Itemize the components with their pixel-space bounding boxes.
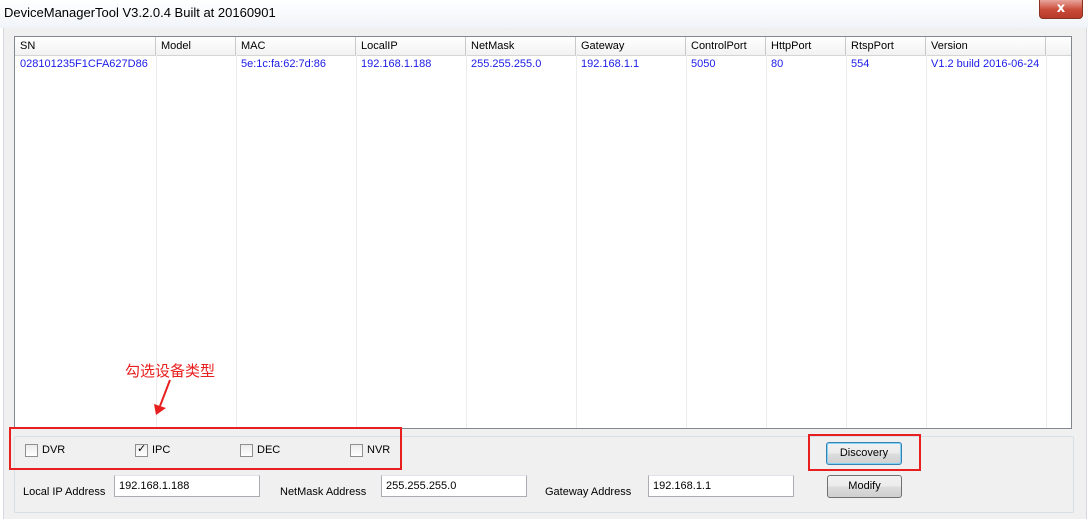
cell-rtspport: 554	[851, 58, 870, 70]
cell-httpport: 80	[771, 58, 784, 70]
column-divider	[846, 55, 847, 428]
column-header-model[interactable]: Model	[156, 37, 236, 55]
modify-button[interactable]: Modify	[827, 475, 902, 498]
cell-version: V1.2 build 2016-06-24	[931, 58, 1040, 70]
checkbox-box[interactable]	[25, 444, 38, 457]
column-divider	[1046, 55, 1047, 428]
column-divider	[766, 55, 767, 428]
check-icon: ✓	[137, 443, 147, 455]
discovery-button[interactable]: Discovery	[826, 442, 902, 465]
table-row[interactable]: 028101235F1CFA627D86 5e:1c:fa:62:7d:86 1…	[15, 55, 1045, 73]
column-header-controlport[interactable]: ControlPort	[686, 37, 766, 55]
checkbox-label: NVR	[367, 444, 391, 456]
cell-model	[156, 55, 236, 73]
netmask-label: NetMask Address	[280, 486, 367, 498]
column-header-netmask[interactable]: NetMask	[466, 37, 576, 55]
column-header-mac[interactable]: MAC	[236, 37, 356, 55]
column-header-localip[interactable]: LocalIP	[356, 37, 466, 55]
checkbox-label: IPC	[152, 444, 171, 456]
cell-sn: 028101235F1CFA627D86	[20, 58, 148, 70]
local-ip-label: Local IP Address	[23, 486, 106, 498]
checkbox-label: DEC	[257, 444, 281, 456]
checkbox-label: DVR	[42, 444, 66, 456]
column-header-httpport[interactable]: HttpPort	[766, 37, 846, 55]
column-header-sn[interactable]: SN	[15, 37, 156, 55]
column-divider	[686, 55, 687, 428]
annotation-arrow-icon	[154, 379, 171, 415]
cell-gateway: 192.168.1.1	[581, 58, 640, 70]
column-header-version[interactable]: Version	[926, 37, 1046, 55]
column-header-rtspport[interactable]: RtspPort	[846, 37, 926, 55]
column-divider	[236, 55, 237, 428]
list-header: SN Model MAC LocalIP NetMask Gateway Con…	[15, 37, 1071, 56]
cell-localip: 192.168.1.188	[361, 58, 432, 70]
gateway-label: Gateway Address	[545, 486, 632, 498]
checkbox-box[interactable]	[350, 444, 363, 457]
column-divider	[356, 55, 357, 428]
column-header-gateway[interactable]: Gateway	[576, 37, 686, 55]
cell-netmask: 255.255.255.0	[471, 58, 542, 70]
checkbox-box[interactable]	[240, 444, 253, 457]
window-title: DeviceManagerTool V3.2.0.4 Built at 2016…	[4, 5, 276, 20]
close-icon: x	[1056, 1, 1066, 16]
column-divider	[926, 55, 927, 428]
checkbox-box[interactable]: ✓	[135, 443, 148, 457]
column-divider	[466, 55, 467, 428]
title-bar: DeviceManagerTool V3.2.0.4 Built at 2016…	[0, 0, 1088, 28]
gateway-input[interactable]: 192.168.1.1	[648, 475, 794, 497]
close-button[interactable]: x	[1039, 0, 1083, 19]
device-type-highlight	[9, 427, 402, 470]
local-ip-input[interactable]: 192.168.1.188	[114, 475, 260, 497]
column-divider	[576, 55, 577, 428]
cell-controlport: 5050	[691, 58, 716, 70]
netmask-input[interactable]: 255.255.255.0	[381, 475, 527, 497]
cell-mac: 5e:1c:fa:62:7d:86	[241, 58, 327, 70]
